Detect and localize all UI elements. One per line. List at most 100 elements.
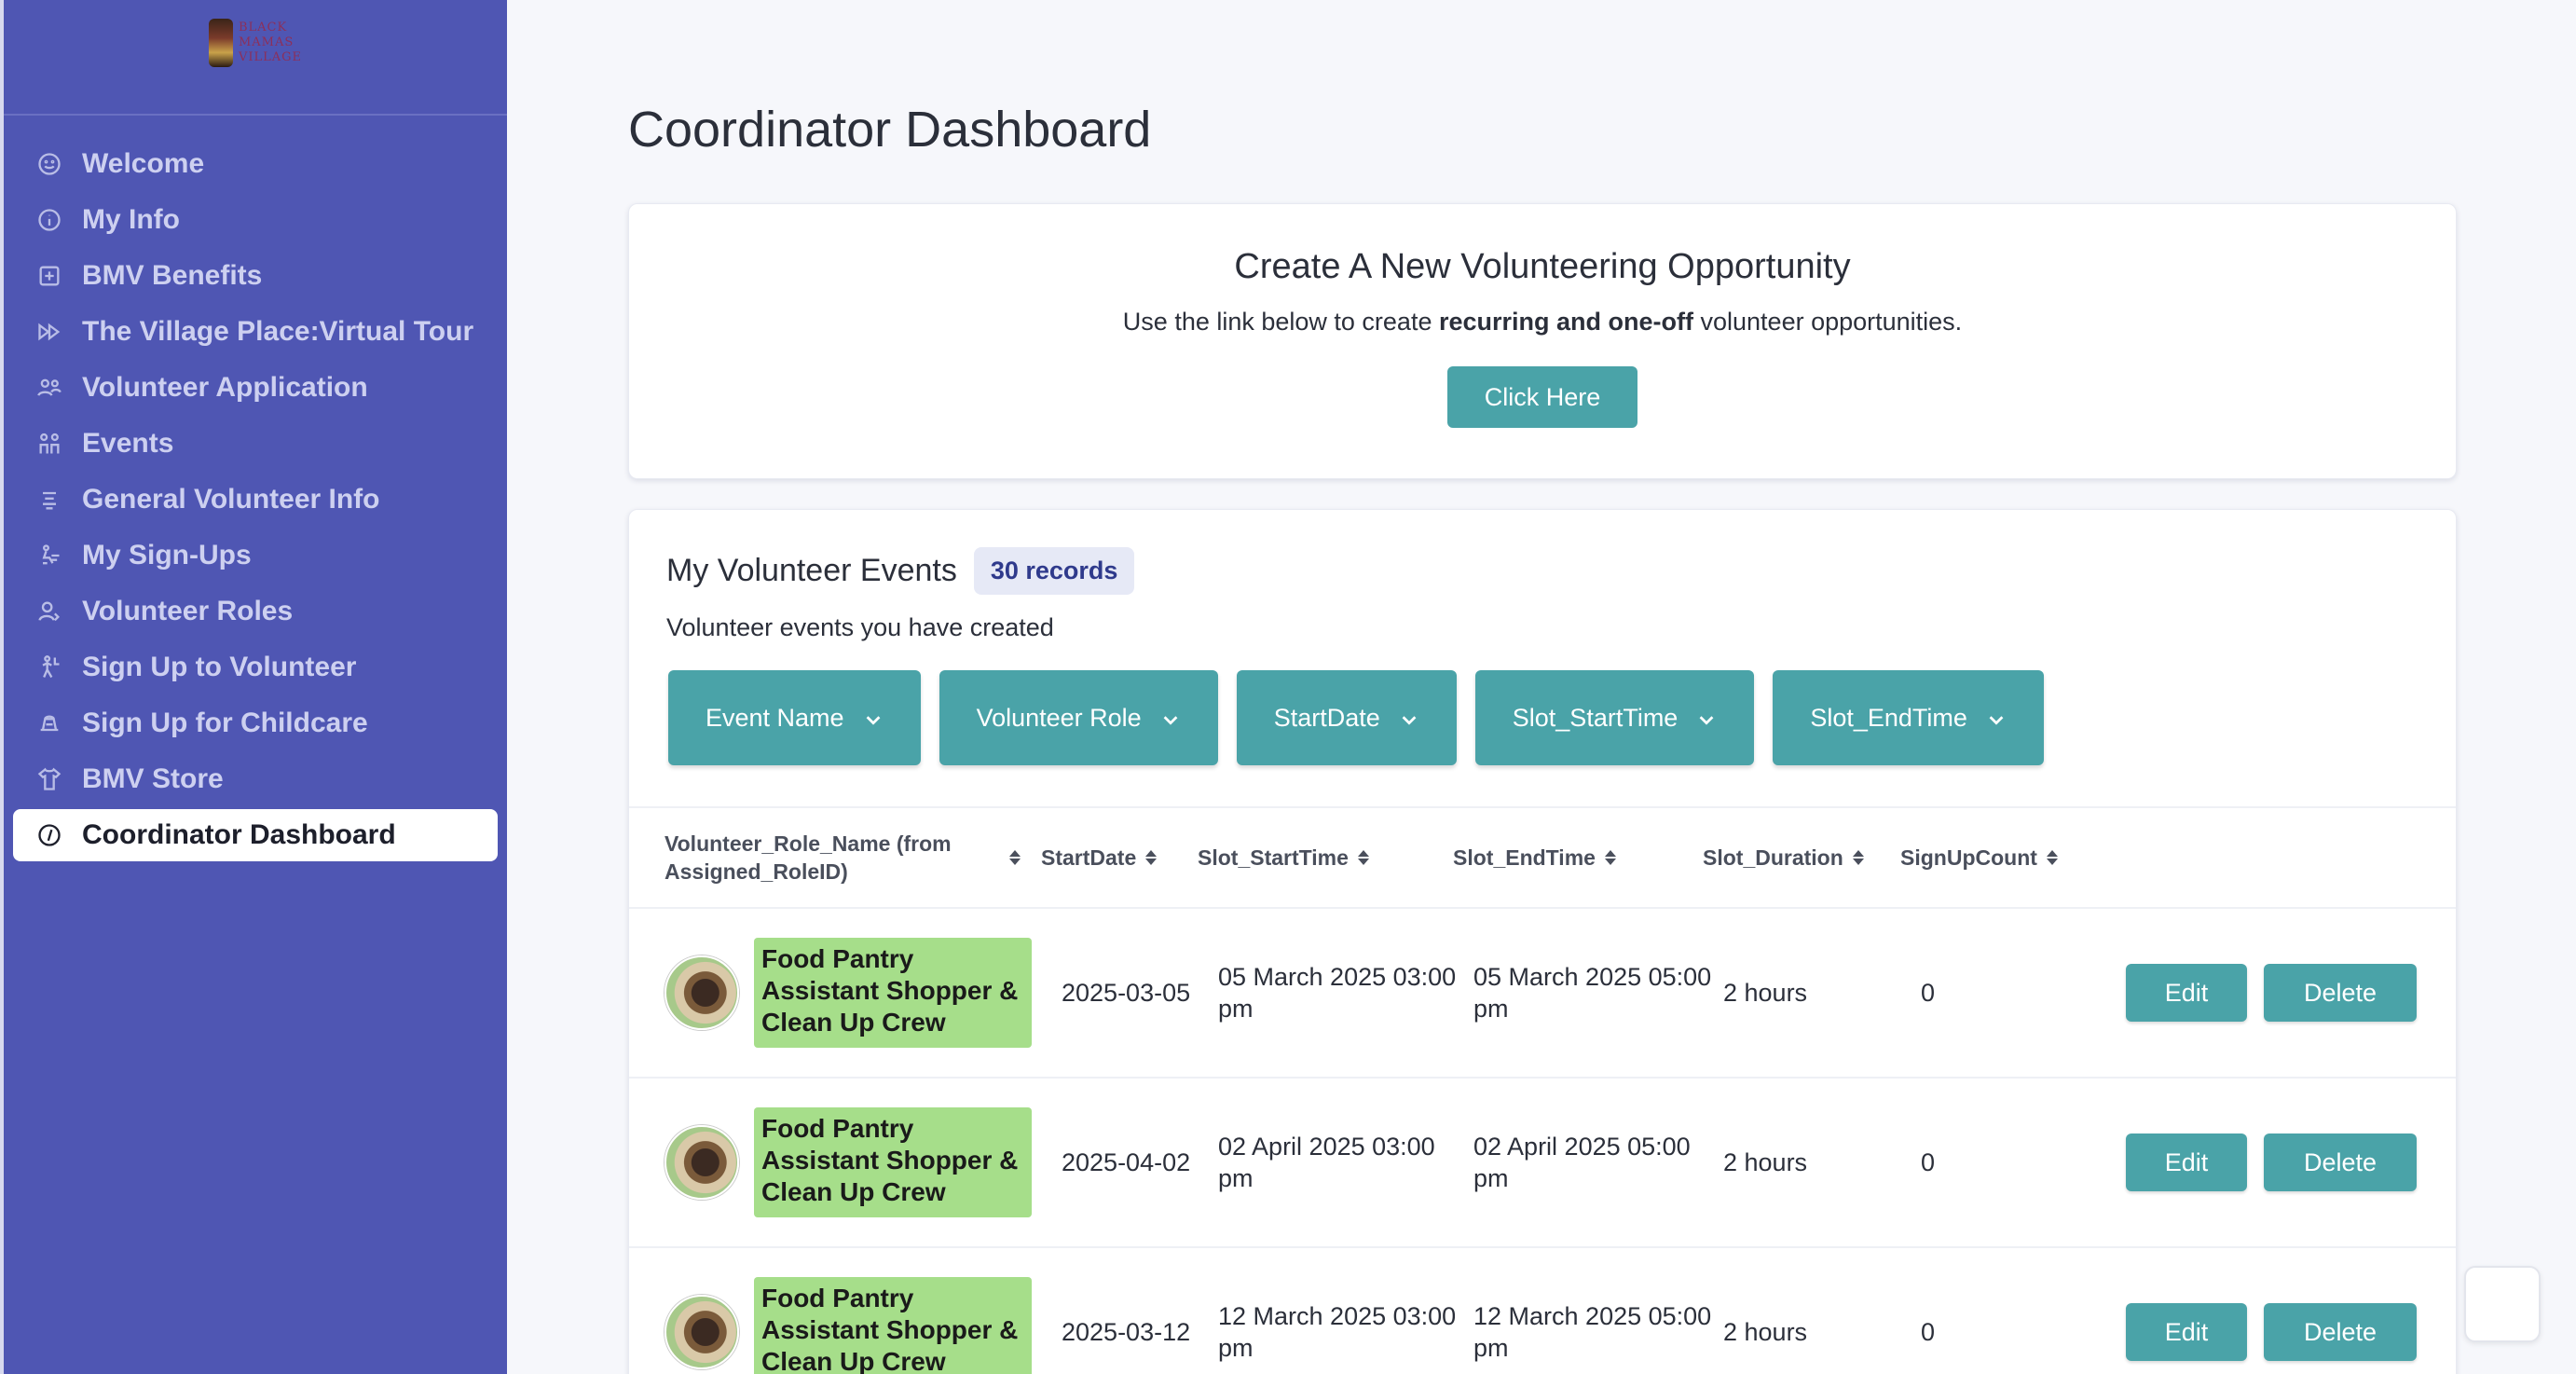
sidebar-item-virtual-tour[interactable]: The Village Place:Virtual Tour xyxy=(13,306,498,358)
sidebar-item-label: Welcome xyxy=(82,148,205,179)
logo-line: BLACK xyxy=(238,21,288,34)
table-row[interactable]: Food Pantry Assistant Shopper & Clean Up… xyxy=(629,909,2456,1079)
sidebar-item-sign-up-volunteer[interactable]: Sign Up to Volunteer xyxy=(13,641,498,694)
column-header-label: Slot_StartTime xyxy=(1198,845,1349,870)
sidebar-item-label: Volunteer Roles xyxy=(82,596,294,626)
delete-button[interactable]: Delete xyxy=(2264,1134,2417,1191)
user-role-icon xyxy=(35,598,63,625)
avatar xyxy=(665,955,739,1030)
sidebar-item-my-signups[interactable]: My Sign-Ups xyxy=(13,529,498,582)
logo-line: MAMAS xyxy=(238,35,295,49)
duration-cell: 2 hours xyxy=(1723,979,1808,1007)
sort-icon xyxy=(1145,850,1158,865)
table-row[interactable]: Food Pantry Assistant Shopper & Clean Up… xyxy=(629,1248,2456,1374)
sidebar-item-bmv-benefits[interactable]: BMV Benefits xyxy=(13,250,498,302)
chat-widget-button[interactable] xyxy=(2464,1266,2541,1342)
chevron-down-icon xyxy=(1399,708,1419,728)
filter-label: Event Name xyxy=(706,703,844,732)
column-header-label: Slot_EndTime xyxy=(1453,845,1596,870)
filter-start-date[interactable]: StartDate xyxy=(1236,670,1457,765)
logo-figure xyxy=(208,19,233,67)
sort-icon xyxy=(1357,850,1369,865)
filter-label: Slot_StartTime xyxy=(1512,703,1679,732)
sidebar-item-bmv-store[interactable]: BMV Store xyxy=(13,753,498,805)
duration-cell: 2 hours xyxy=(1723,1318,1808,1346)
sidebar-item-label: Events xyxy=(82,428,174,459)
logo[interactable]: BLACK MAMAS VILLAGE xyxy=(208,19,303,67)
avatar xyxy=(665,1295,739,1369)
column-header-role[interactable]: Volunteer_Role_Name (from Assigned_RoleI… xyxy=(629,830,1041,886)
delete-button[interactable]: Delete xyxy=(2264,1303,2417,1361)
sidebar-item-welcome[interactable]: Welcome xyxy=(13,138,498,190)
sidebar-nav: Welcome My Info BMV Benefits The Village… xyxy=(4,116,507,861)
slot-end-cell: 05 March 2025 05:00 pm xyxy=(1473,963,1712,1023)
column-header-duration[interactable]: Slot_Duration xyxy=(1703,845,1900,871)
slot-end-cell: 12 March 2025 05:00 pm xyxy=(1473,1302,1712,1362)
sidebar-item-childcare[interactable]: Sign Up for Childcare xyxy=(13,697,498,749)
filter-event-name[interactable]: Event Name xyxy=(668,670,921,765)
logo-area: BLACK MAMAS VILLAGE xyxy=(4,0,507,116)
create-card-title: Create A New Volunteering Opportunity xyxy=(1234,247,1851,286)
sidebar-item-label: BMV Store xyxy=(82,763,224,794)
sidebar-item-my-info[interactable]: My Info xyxy=(13,194,498,246)
slot-start-cell: 05 March 2025 03:00 pm xyxy=(1218,963,1457,1023)
sidebar-item-label: Sign Up to Volunteer xyxy=(82,652,357,682)
edit-button[interactable]: Edit xyxy=(2126,1134,2247,1191)
users-icon xyxy=(35,374,63,402)
filter-volunteer-role[interactable]: Volunteer Role xyxy=(939,670,1218,765)
column-header-start-date[interactable]: StartDate xyxy=(1041,845,1198,871)
filter-label: Volunteer Role xyxy=(976,703,1142,732)
desc-bold-text: recurring and one-off xyxy=(1438,308,1693,336)
chevron-down-icon xyxy=(863,708,884,728)
column-header-slot-end[interactable]: Slot_EndTime xyxy=(1453,845,1703,871)
sidebar-item-volunteer-application[interactable]: Volunteer Application xyxy=(13,362,498,414)
sidebar-item-coordinator-dashboard[interactable]: Coordinator Dashboard xyxy=(13,809,498,861)
column-header-signup-count[interactable]: SignUpCount xyxy=(1900,845,2105,871)
role-tag: Food Pantry Assistant Shopper & Clean Up… xyxy=(754,1107,1032,1217)
delete-button[interactable]: Delete xyxy=(2264,964,2417,1022)
shirt-icon xyxy=(35,765,63,793)
events-subtitle: Volunteer events you have created xyxy=(666,613,1054,641)
sidebar-item-label: BMV Benefits xyxy=(82,260,263,291)
events-header: My Volunteer Events 30 records xyxy=(629,510,2456,595)
signup-count-cell: 0 xyxy=(1921,979,1936,1007)
page-title: Coordinator Dashboard xyxy=(628,102,1152,158)
start-date-cell: 2025-03-05 xyxy=(1062,979,1191,1007)
compass-icon xyxy=(35,821,63,849)
click-here-button[interactable]: Click Here xyxy=(1446,366,1638,428)
create-opportunity-card: Create A New Volunteering Opportunity Us… xyxy=(628,203,2457,479)
sort-icon xyxy=(1009,850,1021,865)
filter-slot-end-time[interactable]: Slot_EndTime xyxy=(1773,670,2044,765)
sidebar-item-events[interactable]: Events xyxy=(13,418,498,470)
sidebar-item-volunteer-roles[interactable]: Volunteer Roles xyxy=(13,585,498,638)
logo-line: VILLAGE xyxy=(238,50,303,64)
sort-icon xyxy=(1604,850,1616,865)
sidebar-item-label: Sign Up for Childcare xyxy=(82,708,368,738)
sidebar-item-label: My Info xyxy=(82,204,180,235)
sidebar-item-label: Volunteer Application xyxy=(82,372,368,403)
slot-end-cell: 02 April 2025 05:00 pm xyxy=(1473,1133,1691,1192)
main-content: Coordinator Dashboard Create A New Volun… xyxy=(628,0,2457,1374)
edit-button[interactable]: Edit xyxy=(2126,1303,2247,1361)
filter-slot-start-time[interactable]: Slot_StartTime xyxy=(1474,670,1755,765)
list-icon xyxy=(35,486,63,514)
start-date-cell: 2025-04-02 xyxy=(1062,1148,1191,1176)
table-row[interactable]: Food Pantry Assistant Shopper & Clean Up… xyxy=(629,1079,2456,1248)
sort-icon xyxy=(1852,850,1864,865)
people-icon xyxy=(35,430,63,458)
sidebar-item-label: General Volunteer Info xyxy=(82,484,380,515)
sidebar-item-label: The Village Place:Virtual Tour xyxy=(82,316,474,347)
info-icon xyxy=(35,206,63,234)
edit-button[interactable]: Edit xyxy=(2126,964,2247,1022)
desc-text: volunteer opportunities. xyxy=(1693,308,1963,336)
records-count-badge: 30 records xyxy=(973,547,1135,595)
filter-label: Slot_EndTime xyxy=(1810,703,1967,732)
column-header-label: StartDate xyxy=(1041,845,1137,870)
column-header-slot-start[interactable]: Slot_StartTime xyxy=(1198,845,1453,871)
create-card-description: Use the link below to create recurring a… xyxy=(629,308,2456,337)
volunteer-events-card: My Volunteer Events 30 records Volunteer… xyxy=(628,509,2457,1374)
sort-icon xyxy=(2046,850,2058,865)
signup-count-cell: 0 xyxy=(1921,1318,1936,1346)
sidebar-item-general-info[interactable]: General Volunteer Info xyxy=(13,474,498,526)
table-header: Volunteer_Role_Name (from Assigned_RoleI… xyxy=(629,808,2456,909)
